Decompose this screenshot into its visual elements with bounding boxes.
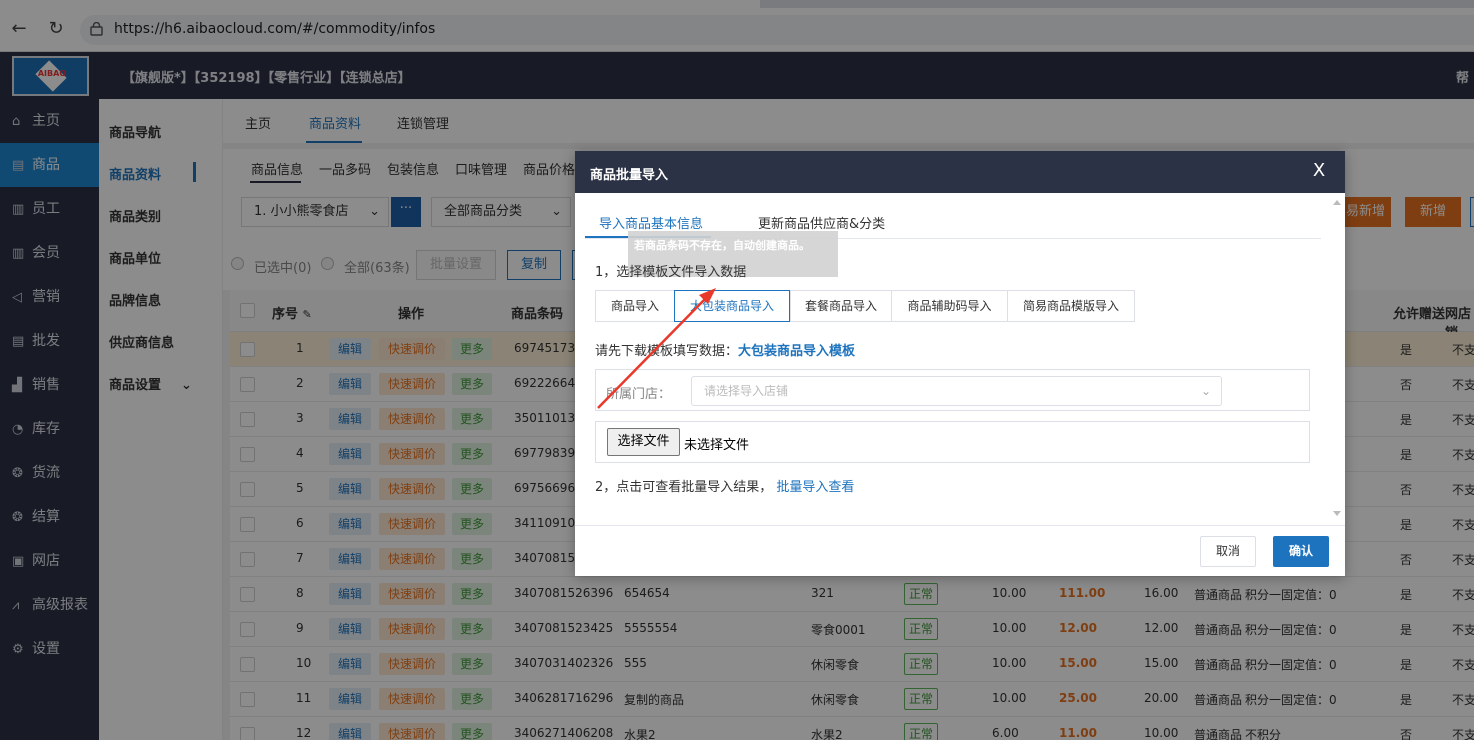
choose-file-button[interactable]: 选择文件	[607, 428, 680, 456]
import-goods-button[interactable]: 商品导入	[595, 290, 675, 322]
download-hint: 请先下载模板填写数据：大包装商品导入模板	[595, 340, 855, 359]
import-simple-template-button[interactable]: 简易商品模版导入	[1007, 290, 1135, 322]
dialog-footer: 取消 确认	[575, 525, 1345, 576]
dialog-title: 商品批量导入	[590, 168, 669, 183]
step2-text: 2，点击可查看批量导入结果， 批量导入查看	[595, 476, 854, 495]
batch-import-dialog: 商品批量导入 X 导入商品基本信息 更新商品供应商&分类 若商品条码不存在，自动…	[575, 151, 1345, 576]
download-template-link[interactable]: 大包装商品导入模板	[738, 344, 855, 359]
file-status: 未选择文件	[684, 438, 750, 453]
cancel-button[interactable]: 取消	[1200, 536, 1256, 567]
import-aux-code-button[interactable]: 商品辅助码导入	[891, 290, 1008, 322]
dialog-scrollbar[interactable]	[1331, 197, 1343, 519]
file-field: 选择文件 未选择文件	[595, 421, 1310, 463]
close-icon[interactable]: X	[1309, 160, 1329, 181]
download-prefix: 请先下载模板填写数据：	[595, 344, 739, 359]
dialog-header: 商品批量导入 X	[575, 151, 1345, 193]
chevron-down-icon: ⌄	[1200, 384, 1211, 398]
confirm-button[interactable]: 确认	[1273, 536, 1329, 567]
import-combo-button[interactable]: 套餐商品导入	[790, 290, 892, 322]
import-bulk-package-button[interactable]: 大包装商品导入	[674, 290, 790, 322]
store-field: 所属门店： 请选择导入店铺 ⌄	[595, 369, 1310, 411]
tab-update-supplier[interactable]: 更新商品供应商&分类	[758, 213, 885, 232]
import-store-select[interactable]: 请选择导入店铺 ⌄	[691, 376, 1222, 406]
step2-prefix: 2，点击可查看批量导入结果，	[595, 480, 773, 495]
store-label: 所属门店：	[606, 387, 672, 402]
tab-import-basic[interactable]: 导入商品基本信息	[599, 213, 703, 232]
import-store-placeholder: 请选择导入店铺	[704, 384, 789, 398]
view-import-result-link[interactable]: 批量导入查看	[776, 480, 854, 495]
step1-text: 1，选择模板文件导入数据	[595, 265, 747, 280]
